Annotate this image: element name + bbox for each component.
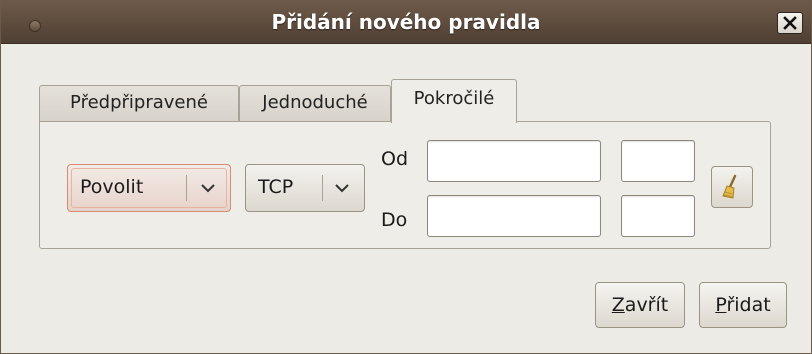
close-button[interactable]: Zavřít xyxy=(595,282,685,328)
chevron-down-icon xyxy=(201,184,215,193)
close-button-label: avřít xyxy=(624,294,669,316)
combo-separator xyxy=(322,175,323,201)
tab-preconfigured[interactable]: Předpřipravené xyxy=(39,85,239,121)
to-label: Do xyxy=(381,209,408,231)
from-label: Od xyxy=(381,148,409,170)
tab-simple[interactable]: Jednoduché xyxy=(239,85,391,121)
to-address-input[interactable] xyxy=(427,195,601,237)
action-select[interactable]: Povolit xyxy=(67,164,231,212)
combo-separator xyxy=(186,175,187,201)
add-button-label: řidat xyxy=(726,294,771,316)
tab-advanced[interactable]: Pokročilé xyxy=(391,79,517,123)
add-button[interactable]: Přidat xyxy=(699,282,787,328)
window-title: Přidání nového pravidla xyxy=(271,10,541,34)
close-window-button[interactable] xyxy=(777,12,803,34)
action-select-value: Povolit xyxy=(80,176,144,198)
clear-fields-button[interactable] xyxy=(711,166,753,208)
protocol-select-value: TCP xyxy=(258,176,294,198)
add-button-mnemonic: P xyxy=(715,294,727,316)
title-bar[interactable]: Přidání nového pravidla xyxy=(1,1,811,44)
chevron-down-icon xyxy=(335,184,349,193)
from-port-input[interactable] xyxy=(621,140,695,182)
close-button-mnemonic: Z xyxy=(611,294,625,316)
broom-icon xyxy=(722,174,737,199)
to-port-input[interactable] xyxy=(621,195,695,237)
from-address-input[interactable] xyxy=(427,140,601,182)
protocol-select[interactable]: TCP xyxy=(245,164,365,212)
close-icon xyxy=(783,16,797,30)
add-rule-dialog: Přidání nového pravidla Předpřipravené J… xyxy=(0,0,812,354)
